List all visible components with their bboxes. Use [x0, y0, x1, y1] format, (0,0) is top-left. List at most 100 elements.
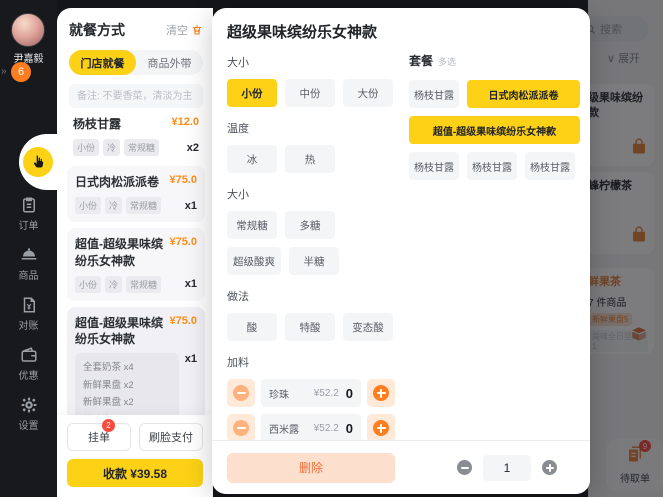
sidebar-item-orders[interactable]: 订单	[19, 196, 39, 232]
sidebar-nav: 订单 商品 对账 优惠 设置	[0, 196, 57, 432]
plus-icon	[373, 385, 389, 401]
option-button[interactable]: 小份	[227, 79, 277, 107]
item-price: ¥75.0	[169, 315, 197, 347]
item-name: 杨枝甘露	[73, 116, 165, 132]
combo-hint: 多选	[438, 55, 456, 68]
modal-footer: 删除 1	[212, 440, 590, 494]
option-button[interactable]: 特酸	[285, 313, 335, 341]
cart-item[interactable]: 日式肉松派派卷 ¥75.0 小份 冷 常规糖 x1	[67, 166, 205, 222]
decrement-button[interactable]	[227, 414, 255, 440]
avatar[interactable]	[11, 13, 45, 47]
option-button[interactable]: 多糖	[285, 211, 335, 239]
product-title: 超级果味缤纷乐女神款	[227, 21, 395, 42]
delete-item-button[interactable]: 删除	[227, 453, 395, 483]
combo-option[interactable]: 杨枝甘露	[467, 152, 517, 180]
sidebar: 尹嘉毅 » 6 订单 商品 对账 优惠	[0, 0, 57, 497]
item-name: 日式肉松派派卷	[75, 174, 163, 190]
minus-icon	[233, 385, 249, 401]
sidebar-item-label: 对账	[19, 317, 39, 332]
item-tag: 常规糖	[126, 276, 161, 293]
group-label: 做法	[227, 288, 395, 304]
cashier-mode-button[interactable]	[23, 147, 53, 177]
item-price: ¥12.0	[171, 116, 199, 132]
combo-option[interactable]: 杨枝甘露	[409, 152, 459, 180]
sub-item: 全套奶茶 x4	[83, 359, 171, 377]
toppings-label: 加料	[227, 354, 395, 370]
option-button[interactable]: 大份	[343, 79, 393, 107]
plus-icon	[373, 420, 389, 436]
checkout-label: 收款 ¥39.58	[103, 465, 167, 482]
topping-price: ¥52.2	[314, 388, 339, 399]
cart-panel: 就餐方式 清空 门店就餐 商品外带 杨枝甘露 ¥12.0 小份 冷 常规糖	[57, 8, 213, 497]
item-tag: 小份	[75, 197, 101, 214]
product-detail-modal: 超级果味缤纷乐女神款 大小 小份 中份 大份 温度 冰 热 大小 常规糖 多糖 …	[212, 8, 590, 494]
topping-price: ¥52.2	[314, 423, 339, 434]
item-tag: 冷	[105, 276, 122, 293]
sidebar-item-label: 设置	[19, 417, 39, 432]
increment-button[interactable]	[367, 414, 395, 440]
sidebar-item-discounts[interactable]: 优惠	[19, 346, 39, 382]
combo-option-selected[interactable]: 日式肉松派派卷	[467, 80, 580, 108]
option-button[interactable]: 中份	[285, 79, 335, 107]
group-label: 大小	[227, 54, 395, 70]
combo-label: 套餐	[409, 52, 433, 69]
remark-input[interactable]	[69, 84, 203, 108]
sidebar-item-label: 优惠	[19, 367, 39, 382]
products-icon	[20, 246, 38, 264]
option-button[interactable]: 酸	[227, 313, 277, 341]
topping-info: 西米露 ¥52.2 0	[261, 414, 361, 440]
cart-item[interactable]: 超值-超级果味缤纷乐女神款 ¥75.0 小份 冷 常规糖 x1	[67, 228, 205, 300]
item-name: 超值-超级果味缤纷乐女神款	[75, 315, 163, 347]
option-group: 常规糖 多糖 超级酸爽 半糖	[227, 211, 395, 275]
hold-order-button[interactable]: 挂单 2	[67, 423, 131, 451]
sidebar-item-label: 商品	[19, 267, 39, 282]
sub-item: 新鲜果盘 x2	[83, 394, 171, 412]
qty-decrement-button[interactable]	[457, 460, 472, 475]
item-tag: 冷	[103, 139, 120, 156]
checkout-button[interactable]: 收款 ¥39.58	[67, 459, 203, 487]
wallet-icon	[20, 346, 38, 364]
option-button[interactable]: 热	[285, 145, 335, 173]
topping-row: 西米露 ¥52.2 0	[227, 414, 395, 440]
item-tag: 常规糖	[126, 197, 161, 214]
item-price: ¥75.0	[169, 174, 197, 190]
increment-button[interactable]	[367, 379, 395, 407]
option-button[interactable]: 变态酸	[343, 313, 393, 341]
sidebar-item-products[interactable]: 商品	[19, 246, 39, 282]
minus-icon	[233, 420, 249, 436]
group-label: 大小	[227, 186, 395, 202]
sidebar-item-settings[interactable]: 设置	[19, 396, 39, 432]
item-tag: 小份	[75, 276, 101, 293]
user-name: 尹嘉毅	[0, 50, 57, 65]
collapse-icon[interactable]: »	[1, 66, 7, 77]
topping-name: 西米露	[269, 421, 299, 436]
notification-badge[interactable]: 6	[11, 62, 31, 82]
topping-info: 珍珠 ¥52.2 0	[261, 379, 361, 407]
face-pay-button[interactable]: 刷脸支付	[139, 423, 203, 451]
hand-pointer-icon	[30, 154, 46, 170]
cart-item[interactable]: 杨枝甘露 ¥12.0 小份 冷 常规糖 x2	[67, 108, 205, 164]
reconcile-icon	[20, 296, 38, 314]
decrement-button[interactable]	[227, 379, 255, 407]
sub-item: 新鲜果盘 x2	[83, 377, 171, 395]
qty-increment-button[interactable]	[542, 460, 557, 475]
combo-option-selected[interactable]: 超值-超级果味缤纷乐女神款	[409, 116, 580, 144]
combo-option[interactable]: 杨枝甘露	[409, 80, 459, 108]
topping-qty: 0	[346, 421, 353, 436]
sidebar-item-reconcile[interactable]: 对账	[19, 296, 39, 332]
tab-takeout[interactable]: 商品外带	[136, 50, 203, 75]
option-button[interactable]: 常规糖	[227, 211, 277, 239]
orders-icon	[20, 196, 38, 214]
option-button[interactable]: 超级酸爽	[227, 247, 281, 275]
combo-option[interactable]: 杨枝甘露	[525, 152, 575, 180]
option-group: 冰 热	[227, 145, 395, 173]
item-tag: 小份	[73, 139, 99, 156]
cart-items: 杨枝甘露 ¥12.0 小份 冷 常规糖 x2 日式肉松派派卷 ¥75.0 小份 …	[57, 108, 213, 431]
topping-qty: 0	[346, 386, 353, 401]
option-button[interactable]: 半糖	[289, 247, 339, 275]
cart-footer: 挂单 2 刷脸支付 收款 ¥39.58	[57, 415, 213, 497]
option-button[interactable]: 冰	[227, 145, 277, 173]
combo-column: 套餐 多选 杨枝甘露 日式肉松派派卷 超值-超级果味缤纷乐女神款 杨枝甘露 杨枝…	[409, 21, 580, 440]
tab-dine-in[interactable]: 门店就餐	[69, 50, 136, 75]
clear-cart-button[interactable]: 清空	[166, 22, 203, 38]
